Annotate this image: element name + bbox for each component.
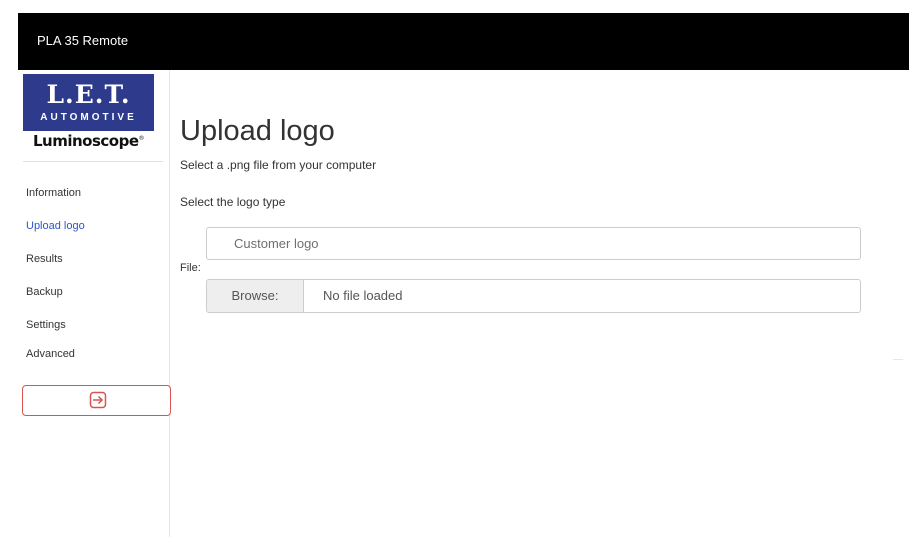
logo-main-text: L.E.T. — [46, 80, 131, 109]
sidebar-divider — [23, 161, 163, 162]
sidebar-item-information[interactable]: Information — [26, 187, 81, 199]
logo-type-label: Select the logo type — [180, 195, 286, 209]
page-subtitle: Select a .png file from your computer — [180, 158, 377, 172]
sidebar-item-settings[interactable]: Settings — [26, 319, 66, 331]
logo-banner: L.E.T. AUTOMOTIVE — [23, 74, 154, 131]
sidebar-item-results[interactable]: Results — [26, 253, 63, 265]
page-title: Upload logo — [180, 115, 335, 147]
sidebar-item-backup[interactable]: Backup — [26, 286, 63, 298]
logo-registered-mark: ® — [138, 135, 145, 142]
file-input-group: Browse: No file loaded — [206, 279, 861, 313]
sidebar-item-advanced[interactable]: Advanced — [26, 348, 75, 360]
sidebar: L.E.T. AUTOMOTIVE Luminoscope® Informati… — [18, 70, 171, 537]
logo-type-select[interactable]: Customer logo — [206, 227, 861, 260]
divider-line — [893, 359, 903, 360]
file-label: File: — [180, 262, 201, 274]
brand-logo: L.E.T. AUTOMOTIVE Luminoscope® — [23, 74, 154, 156]
browse-button[interactable]: Browse: — [207, 280, 304, 312]
file-status-field[interactable]: No file loaded — [323, 280, 403, 312]
logout-button[interactable] — [22, 385, 171, 416]
top-bar: PLA 35 Remote — [18, 13, 909, 70]
logo-product-text: Luminoscope — [32, 132, 139, 150]
logout-arrow-icon — [89, 391, 107, 409]
app-title: PLA 35 Remote — [37, 33, 129, 48]
sidebar-item-upload-logo[interactable]: Upload logo — [26, 220, 85, 232]
logo-product: Luminoscope® — [23, 132, 154, 156]
logo-sub-text: AUTOMOTIVE — [40, 112, 137, 123]
